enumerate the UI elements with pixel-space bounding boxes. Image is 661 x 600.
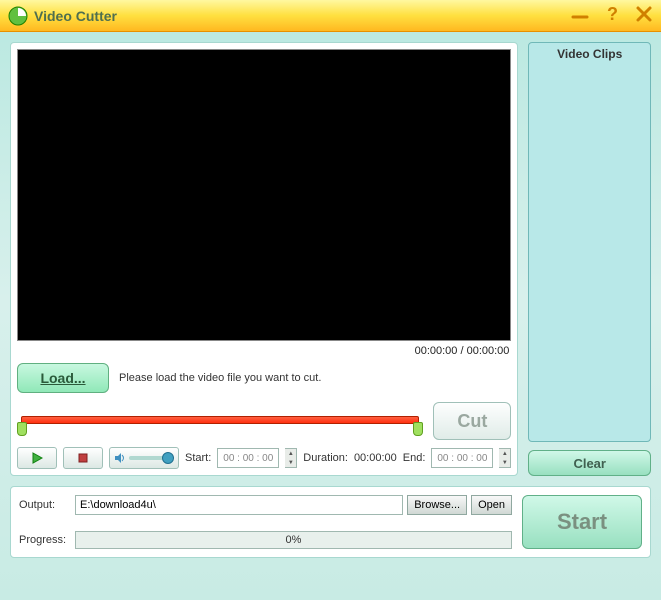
clear-button[interactable]: Clear: [528, 450, 651, 476]
clips-panel: Video Clips: [528, 42, 651, 442]
slider-handle-end[interactable]: [413, 422, 423, 436]
volume-icon: [114, 452, 126, 464]
open-button[interactable]: Open: [471, 495, 512, 515]
preview-panel: 00:00:00 / 00:00:00 Load... Please load …: [10, 42, 518, 476]
load-hint: Please load the video file you want to c…: [119, 372, 321, 384]
start-time-input[interactable]: [217, 448, 279, 468]
close-icon[interactable]: [635, 5, 653, 26]
bottom-panel: Output: Browse... Open Progress: 0% Star…: [10, 486, 651, 558]
start-button[interactable]: Start: [522, 495, 642, 549]
app-title: Video Cutter: [34, 8, 571, 24]
progress-label: Progress:: [19, 534, 71, 546]
end-label: End:: [403, 452, 426, 464]
duration-label: Duration:: [303, 452, 348, 464]
titlebar: Video Cutter ?: [0, 0, 661, 32]
stop-button[interactable]: [63, 447, 103, 469]
progress-text: 0%: [286, 534, 302, 546]
video-preview: [17, 49, 511, 341]
trim-slider[interactable]: [17, 408, 423, 434]
start-spinner[interactable]: ▲▼: [285, 448, 297, 468]
end-time-input[interactable]: [431, 448, 493, 468]
slider-track: [21, 416, 419, 424]
duration-value: 00:00:00: [354, 452, 397, 464]
app-logo-icon: [8, 6, 28, 26]
help-icon[interactable]: ?: [603, 5, 621, 26]
progress-bar: 0%: [75, 531, 512, 549]
cut-button[interactable]: Cut: [433, 402, 511, 440]
end-spinner[interactable]: ▲▼: [499, 448, 511, 468]
total-time: 00:00:00: [467, 345, 510, 357]
load-button[interactable]: Load...: [17, 363, 109, 393]
start-label: Start:: [185, 452, 211, 464]
minimize-icon[interactable]: [571, 5, 589, 26]
output-path-input[interactable]: [75, 495, 403, 515]
current-time: 00:00:00: [415, 345, 458, 357]
volume-control[interactable]: [109, 447, 179, 469]
play-button[interactable]: [17, 447, 57, 469]
clips-title: Video Clips: [533, 47, 646, 61]
svg-text:?: ?: [607, 5, 618, 23]
volume-thumb[interactable]: [162, 452, 174, 464]
slider-handle-start[interactable]: [17, 422, 27, 436]
timestamp-display: 00:00:00 / 00:00:00: [17, 341, 511, 361]
browse-button[interactable]: Browse...: [407, 495, 467, 515]
output-label: Output:: [19, 499, 71, 511]
